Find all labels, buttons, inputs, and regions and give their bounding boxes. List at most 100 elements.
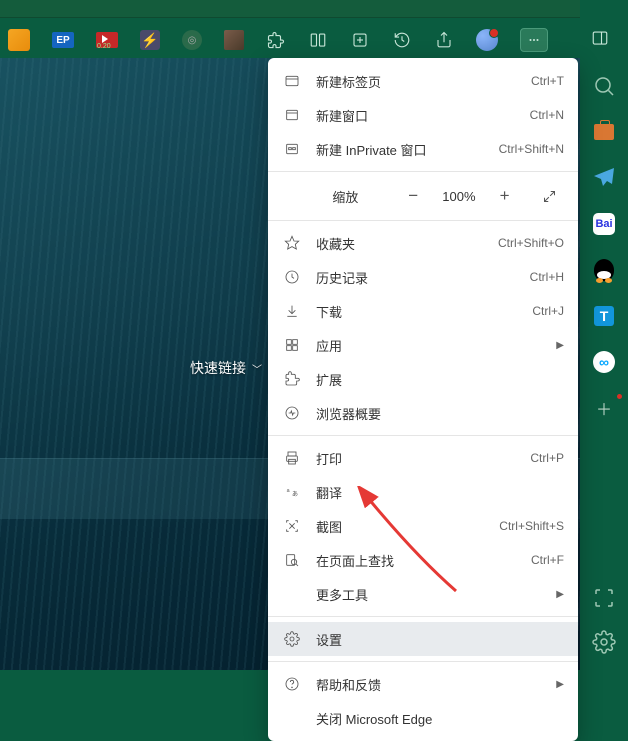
chevron-right-icon: ▶: [556, 679, 564, 690]
menu-screenshot[interactable]: 截图 Ctrl+Shift+S: [268, 509, 578, 543]
browser-chrome: EP ⚡ ◎: [0, 0, 628, 58]
briefcase-icon[interactable]: [592, 120, 616, 144]
menu-label: 截图: [316, 517, 499, 536]
menu-shortcut: Ctrl+Shift+S: [499, 519, 564, 533]
menu-more-tools[interactable]: 更多工具 ▶: [268, 577, 578, 611]
search-icon[interactable]: [592, 74, 616, 98]
profile-icon[interactable]: [476, 29, 498, 51]
right-sidebar: Bai T ∞ ＋: [580, 58, 628, 670]
gear-icon: [282, 630, 302, 648]
menu-new-tab[interactable]: 新建标签页 Ctrl+T: [268, 64, 578, 98]
menu-shortcut: Ctrl+J: [532, 304, 564, 318]
menu-extensions[interactable]: 扩展: [268, 362, 578, 396]
menu-shortcut: Ctrl+F: [531, 553, 564, 567]
menu-shortcut: Ctrl+N: [530, 108, 564, 122]
help-icon: [282, 675, 302, 693]
zoom-in-button[interactable]: +: [490, 183, 519, 209]
menu-label: 历史记录: [316, 268, 530, 287]
menu-downloads[interactable]: 下载 Ctrl+J: [268, 294, 578, 328]
blank-icon: [282, 709, 302, 727]
extension-ep-icon[interactable]: EP: [52, 32, 74, 48]
menu-find[interactable]: 在页面上查找 Ctrl+F: [268, 543, 578, 577]
menu-close-edge[interactable]: 关闭 Microsoft Edge: [268, 701, 578, 735]
menu-browser-essentials[interactable]: 浏览器概要: [268, 396, 578, 430]
chevron-down-icon: ﹀: [252, 361, 262, 376]
menu-label: 翻译: [316, 483, 564, 502]
zoom-label: 缩放: [302, 187, 389, 206]
share-icon[interactable]: [434, 30, 454, 50]
print-icon: [282, 449, 302, 467]
menu-new-inprivate[interactable]: 新建 InPrivate 窗口 Ctrl+Shift+N: [268, 132, 578, 166]
more-menu-button[interactable]: [520, 28, 548, 52]
menu-favorites[interactable]: 收藏夹 Ctrl+Shift+O: [268, 226, 578, 260]
menu-settings[interactable]: 设置: [268, 622, 578, 656]
menu-new-window[interactable]: 新建窗口 Ctrl+N: [268, 98, 578, 132]
more-menu-dropdown: 新建标签页 Ctrl+T 新建窗口 Ctrl+N 新建 InPrivate 窗口…: [268, 58, 578, 741]
chevron-right-icon: ▶: [556, 340, 564, 351]
menu-label: 新建 InPrivate 窗口: [316, 140, 499, 159]
apps-icon: [282, 336, 302, 354]
extension-avatar-icon[interactable]: [224, 30, 244, 50]
menu-print[interactable]: 打印 Ctrl+P: [268, 441, 578, 475]
toolbar: EP ⚡ ◎: [0, 25, 628, 55]
menu-zoom-row: 缩放 − 100% +: [268, 177, 578, 215]
download-icon: [282, 302, 302, 320]
address-bar-bg: [0, 0, 580, 18]
menu-label: 打印: [316, 449, 530, 468]
extension-thunder-icon[interactable]: ⚡: [140, 30, 160, 50]
baidu-icon[interactable]: Bai: [592, 212, 616, 236]
svg-text:あ: あ: [292, 491, 298, 498]
telegram-icon[interactable]: [592, 166, 616, 190]
menu-translate[interactable]: aあ 翻译: [268, 475, 578, 509]
new-tab-icon: [282, 72, 302, 90]
menu-label: 在页面上查找: [316, 551, 531, 570]
pulse-icon: [282, 404, 302, 422]
menu-label: 新建标签页: [316, 72, 531, 91]
menu-history[interactable]: 历史记录 Ctrl+H: [268, 260, 578, 294]
extension-circle-icon[interactable]: ◎: [182, 30, 202, 50]
fullscreen-button[interactable]: [535, 183, 564, 209]
blank-icon: [282, 585, 302, 603]
t-app-icon[interactable]: T: [592, 304, 616, 328]
find-icon: [282, 551, 302, 569]
extension-cat-icon[interactable]: [8, 29, 30, 51]
gear-icon[interactable]: [592, 630, 616, 654]
extensions-icon[interactable]: [266, 30, 286, 50]
puzzle-icon: [282, 370, 302, 388]
menu-label: 帮助和反馈: [316, 675, 556, 694]
menu-help[interactable]: 帮助和反馈 ▶: [268, 667, 578, 701]
menu-label: 新建窗口: [316, 106, 530, 125]
svg-text:a: a: [287, 488, 290, 494]
inprivate-icon: [282, 140, 302, 158]
sidebar-toggle-icon[interactable]: [590, 28, 610, 48]
extension-player-icon[interactable]: [96, 32, 118, 48]
menu-label: 更多工具: [316, 585, 556, 604]
scan-icon[interactable]: [592, 586, 616, 610]
add-sidebar-icon[interactable]: ＋: [592, 396, 616, 420]
menu-label: 应用: [316, 336, 556, 355]
menu-divider: [268, 171, 578, 172]
infinity-icon[interactable]: ∞: [592, 350, 616, 374]
new-window-icon: [282, 106, 302, 124]
menu-apps[interactable]: 应用 ▶: [268, 328, 578, 362]
menu-shortcut: Ctrl+H: [530, 270, 564, 284]
zoom-out-button[interactable]: −: [399, 183, 428, 209]
menu-shortcut: Ctrl+T: [531, 74, 564, 88]
menu-label: 扩展: [316, 370, 564, 389]
collections-icon[interactable]: [350, 30, 370, 50]
menu-shortcut: Ctrl+Shift+O: [498, 236, 564, 250]
zoom-value: 100%: [438, 189, 480, 204]
menu-divider: [268, 220, 578, 221]
split-screen-icon[interactable]: [308, 30, 328, 50]
history-icon[interactable]: [392, 30, 412, 50]
menu-label: 下载: [316, 302, 532, 321]
star-icon: [282, 234, 302, 252]
menu-label: 设置: [316, 630, 564, 649]
quick-links-label[interactable]: 快速链接 ﹀: [190, 358, 262, 378]
menu-label: 关闭 Microsoft Edge: [316, 709, 564, 728]
chevron-right-icon: ▶: [556, 589, 564, 600]
menu-label: 收藏夹: [316, 234, 498, 253]
menu-shortcut: Ctrl+P: [530, 451, 564, 465]
qq-icon[interactable]: [592, 258, 616, 282]
menu-divider: [268, 661, 578, 662]
